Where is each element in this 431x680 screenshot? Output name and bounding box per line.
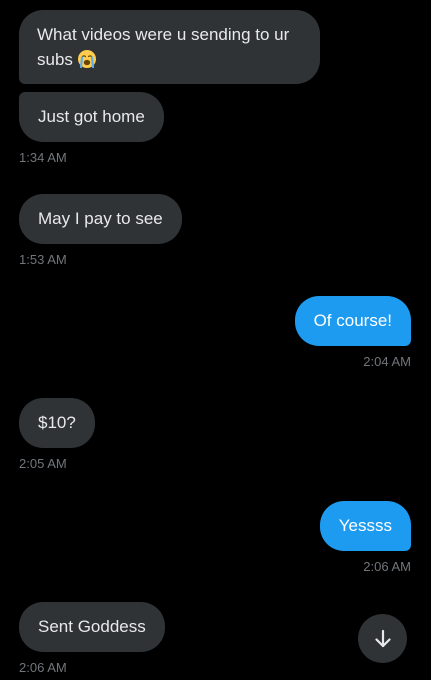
message-text: Just got home	[38, 107, 145, 126]
message-timestamp: 1:53 AM	[19, 252, 67, 267]
message-text: May I pay to see	[38, 209, 163, 228]
received-message-bubble[interactable]: Sent Goddess	[19, 602, 165, 652]
received-message-bubble[interactable]: What videos were u sending to ur subs	[19, 10, 320, 84]
message-timestamp: 2:06 AM	[19, 660, 67, 675]
received-message-bubble[interactable]: May I pay to see	[19, 194, 182, 244]
message-text: What videos were u sending to ur subs	[37, 25, 290, 69]
loudly-crying-face-icon	[77, 50, 96, 69]
message-text: Sent Goddess	[38, 617, 146, 636]
sent-message-bubble[interactable]: Yessss	[319, 501, 411, 551]
message-timestamp: 2:06 AM	[363, 559, 411, 574]
message-timestamp: 1:34 AM	[19, 150, 67, 165]
message-text: Yessss	[338, 516, 392, 535]
message-text: $10?	[38, 413, 76, 432]
received-message-bubble[interactable]: Just got home	[19, 92, 164, 142]
arrow-down-icon	[374, 629, 391, 647]
message-timestamp: 2:04 AM	[363, 354, 411, 369]
scroll-to-bottom-button[interactable]	[358, 614, 407, 663]
message-timestamp: 2:05 AM	[19, 456, 67, 471]
message-thread[interactable]: What videos were u sending to ur subs Ju…	[0, 0, 431, 680]
message-text: Of course!	[313, 311, 392, 330]
sent-message-bubble[interactable]: Of course!	[294, 296, 411, 346]
received-message-bubble[interactable]: $10?	[19, 398, 95, 448]
